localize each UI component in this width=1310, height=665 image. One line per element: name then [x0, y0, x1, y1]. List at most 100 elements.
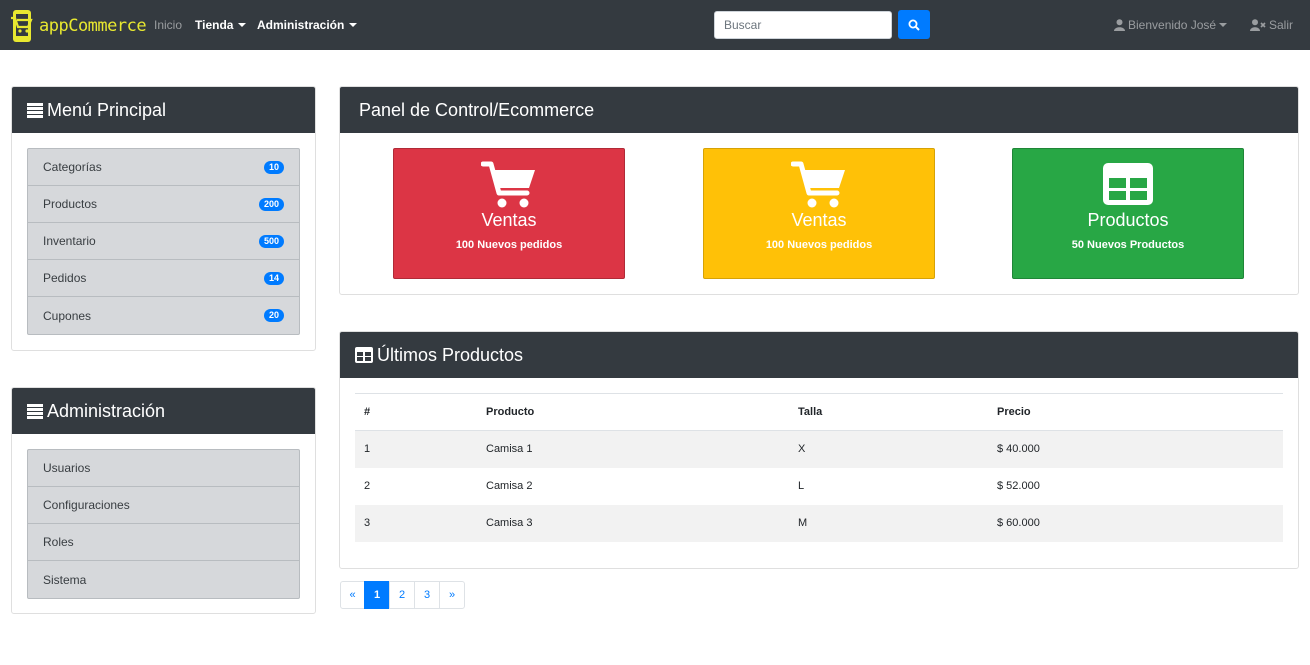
ultimos-productos-title: Últimos Productos: [377, 344, 524, 365]
administracion-header: Administración: [12, 388, 315, 434]
cell-precio: $ 40.000: [988, 430, 1283, 468]
page-3[interactable]: 3: [414, 581, 440, 609]
bars-icon: [27, 102, 43, 118]
cell-talla: L: [798, 480, 805, 492]
count-badge: 200: [258, 198, 284, 211]
admin-item-sistema[interactable]: Sistema: [28, 561, 299, 598]
list-item-label: Productos: [43, 197, 98, 211]
phone-cart-logo-icon: [11, 10, 33, 42]
admin-item-usuarios[interactable]: Usuarios: [28, 450, 299, 487]
brand[interactable]: appCommerce: [10, 8, 147, 44]
brand-name: appCommerce: [39, 16, 147, 36]
nav-administracion-label: Administración: [257, 18, 345, 32]
cell-producto: Camisa 2: [486, 480, 533, 492]
list-item-label: Pedidos: [43, 271, 87, 285]
cell-precio: $ 52.000: [997, 480, 1040, 492]
pagination: « 1 2 3 »: [340, 581, 465, 609]
list-item-label: Inventario: [43, 234, 96, 248]
page-2[interactable]: 2: [389, 581, 415, 609]
nav-tienda-dropdown[interactable]: Tienda: [195, 18, 247, 32]
bars-icon: [27, 403, 43, 419]
menu-principal-card: Menú Principal Categorías 10 Productos 200…: [11, 86, 316, 351]
search-icon: [908, 19, 920, 31]
page-next[interactable]: »: [439, 581, 465, 609]
table-row: 2 Camisa 2 L $ 52.000: [355, 468, 1283, 505]
tile-subtitle: 100 Nuevos pedidos: [455, 239, 563, 251]
administracion-title: Administración: [47, 400, 166, 421]
menu-item-cupones[interactable]: Cupones 20: [28, 297, 299, 334]
cell-number: 2: [364, 480, 371, 492]
count-badge: 10: [263, 161, 284, 174]
menu-principal-title: Menú Principal: [47, 99, 167, 120]
caret-down-icon: [349, 23, 358, 27]
top-navbar: appCommerce Inicio Tienda Administración…: [0, 0, 1310, 50]
table-row: 3 Camisa 3 M $ 60.000: [355, 504, 1283, 542]
table-icon: [1013, 161, 1243, 207]
menu-item-pedidos[interactable]: Pedidos 14: [28, 260, 299, 297]
page-prev[interactable]: «: [340, 581, 365, 609]
user-times-icon: [1250, 19, 1266, 31]
tile-subtitle: 100 Nuevos pedidos: [765, 239, 873, 251]
panel-control-card: Panel de Control/Ecommerce Ventas 100 Nu…: [339, 86, 1299, 295]
list-item-label: Categorías: [43, 160, 102, 174]
tile-subtitle: 50 Nuevos Productos: [1071, 239, 1185, 251]
column-header-producto: Producto: [477, 393, 789, 431]
menu-principal-header: Menú Principal: [12, 87, 315, 133]
caret-down-icon: [238, 23, 247, 27]
cell-producto: Camisa 1: [477, 430, 789, 468]
tile-title: Ventas: [791, 210, 847, 230]
administracion-card: Administración Usuarios Configuraciones …: [11, 387, 316, 614]
list-item-label: Configuraciones: [43, 498, 130, 512]
menu-item-productos[interactable]: Productos 200: [28, 186, 299, 223]
count-badge: 14: [263, 272, 284, 285]
list-item-label: Roles: [43, 535, 74, 549]
page-1[interactable]: 1: [364, 581, 390, 609]
shopping-cart-icon: [394, 161, 624, 209]
user-dropdown[interactable]: Bienvenido José: [1114, 18, 1228, 32]
nav-tienda-label: Tienda: [195, 18, 234, 32]
search-input[interactable]: [714, 11, 892, 39]
cell-number: 3: [355, 504, 477, 542]
productos-table: # Producto Talla Precio 1 Camisa 1 X $ 4…: [355, 393, 1283, 542]
table-header-row: # Producto Talla Precio: [355, 393, 1283, 431]
administracion-list: Usuarios Configuraciones Roles Sistema: [27, 449, 300, 599]
tile-title: Productos: [1087, 210, 1169, 230]
admin-item-configuraciones[interactable]: Configuraciones: [28, 487, 299, 524]
menu-item-categorias[interactable]: Categorías 10: [28, 149, 299, 186]
column-header-precio: Precio: [988, 393, 1283, 431]
shopping-cart-icon: [704, 161, 934, 209]
table-icon: [355, 347, 373, 363]
logout-link[interactable]: Salir: [1250, 18, 1293, 32]
list-item-label: Sistema: [43, 572, 87, 587]
list-item-label: Usuarios: [43, 461, 91, 475]
logout-label: Salir: [1269, 18, 1294, 32]
ventas-tile-yellow[interactable]: Ventas 100 Nuevos pedidos: [703, 148, 935, 279]
panel-control-header: Panel de Control/Ecommerce: [340, 87, 1298, 133]
cell-talla: M: [789, 504, 988, 542]
user-greeting: Bienvenido José: [1128, 18, 1217, 32]
cell-precio: $ 60.000: [988, 504, 1283, 542]
productos-tile-green[interactable]: Productos 50 Nuevos Productos: [1012, 148, 1244, 279]
tile-title: Ventas: [481, 210, 537, 230]
cell-producto: Camisa 3: [477, 504, 789, 542]
menu-item-inventario[interactable]: Inventario 500: [28, 223, 299, 260]
nav-administracion-dropdown[interactable]: Administración: [257, 18, 358, 32]
nav-inicio[interactable]: Inicio: [154, 18, 182, 32]
search-button[interactable]: [898, 10, 930, 39]
cell-number: 1: [355, 430, 477, 468]
admin-item-roles[interactable]: Roles: [28, 524, 299, 561]
count-badge: 500: [258, 235, 284, 248]
count-badge: 20: [263, 309, 284, 322]
panel-control-title: Panel de Control/Ecommerce: [359, 99, 595, 120]
ventas-tile-red[interactable]: Ventas 100 Nuevos pedidos: [393, 148, 625, 279]
cell-talla: X: [789, 430, 988, 468]
caret-down-icon: [1219, 23, 1228, 27]
column-header-number: #: [355, 393, 477, 431]
table-row: 1 Camisa 1 X $ 40.000: [355, 430, 1283, 468]
menu-principal-list: Categorías 10 Productos 200 Inventario 500 …: [27, 148, 300, 335]
column-header-talla: Talla: [789, 393, 988, 431]
ultimos-productos-card: Últimos Productos # Producto Talla Preci…: [339, 331, 1299, 569]
list-item-label: Cupones: [43, 308, 92, 323]
ultimos-productos-header: Últimos Productos: [340, 332, 1298, 378]
user-icon: [1114, 19, 1125, 31]
